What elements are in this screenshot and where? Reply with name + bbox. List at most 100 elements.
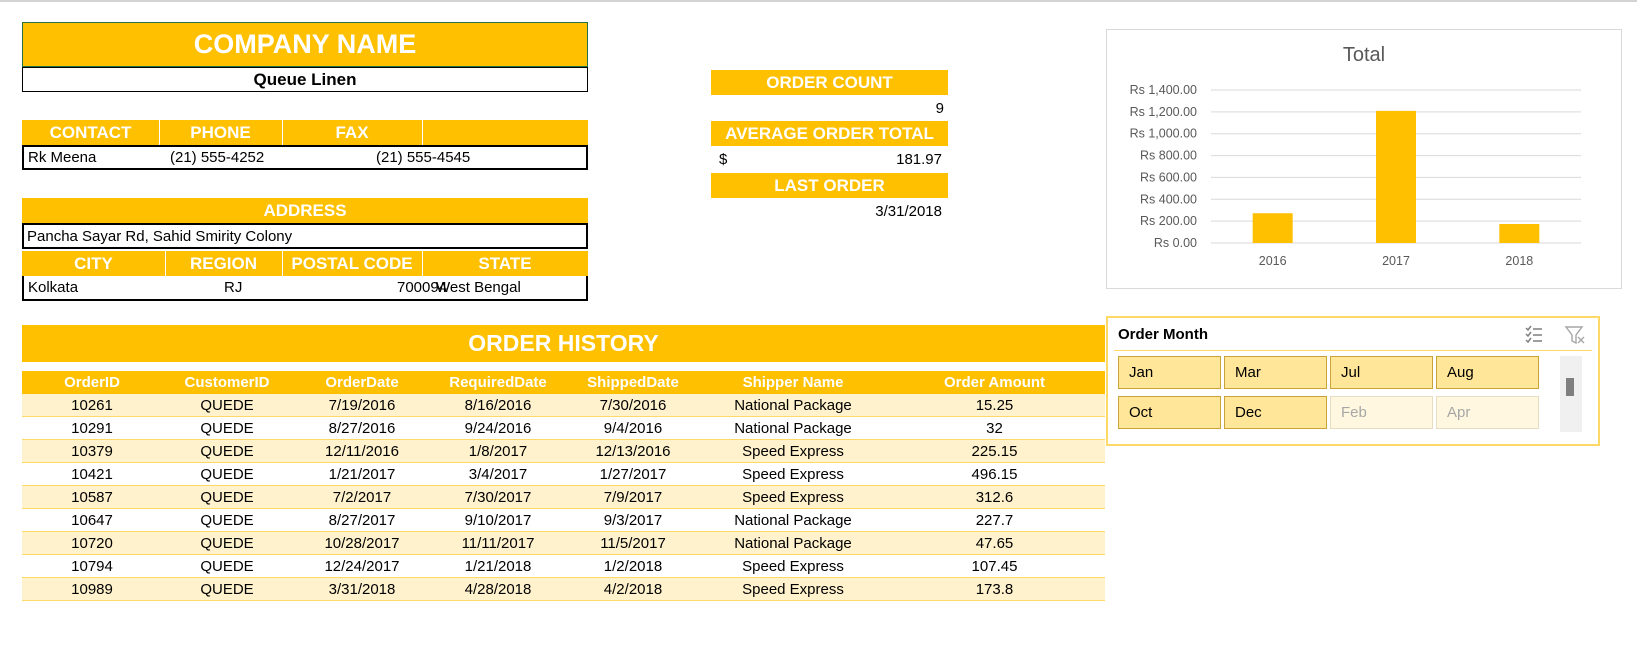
address-value[interactable]: Pancha Sayar Rd, Sahid Smirity Colony [22, 223, 588, 249]
cell-requireddate[interactable]: 4/28/2018 [432, 581, 564, 598]
cell-shippeddate[interactable]: 9/3/2017 [564, 512, 702, 529]
cell-orderdate[interactable]: 10/28/2017 [292, 535, 432, 552]
table-row[interactable]: 10720 QUEDE 10/28/2017 11/11/2017 11/5/2017 N… [22, 532, 1105, 555]
cell-orderdate[interactable]: 12/24/2017 [292, 558, 432, 575]
cell-shippeddate[interactable]: 4/2/2018 [564, 581, 702, 598]
table-row[interactable]: 10587 QUEDE 7/2/2017 7/30/2017 7/9/2017 Speed… [22, 486, 1105, 509]
cell-requireddate[interactable]: 11/11/2017 [432, 535, 564, 552]
cell-order-amount[interactable]: 496.15 [884, 466, 1105, 483]
cell-shippeddate[interactable]: 9/4/2016 [564, 420, 702, 437]
phone-value[interactable]: (21) 555-4252 [170, 149, 264, 166]
cell-orderdate[interactable]: 7/2/2017 [292, 489, 432, 506]
last-order-value[interactable]: 3/31/2018 [711, 199, 948, 223]
multi-select-icon[interactable] [1524, 324, 1544, 349]
cell-orderid[interactable]: 10587 [22, 489, 162, 506]
slicer-item-aug[interactable]: Aug [1436, 356, 1539, 389]
slicer-item-dec[interactable]: Dec [1224, 396, 1327, 429]
col-orderdate[interactable]: OrderDate [292, 374, 432, 391]
col-customerid[interactable]: CustomerID [162, 374, 292, 391]
cell-shipper-name[interactable]: National Package [702, 397, 884, 414]
cell-orderdate[interactable]: 8/27/2017 [292, 512, 432, 529]
col-order-amount[interactable]: Order Amount [884, 374, 1105, 391]
cell-orderid[interactable]: 10379 [22, 443, 162, 460]
cell-customerid[interactable]: QUEDE [162, 581, 292, 598]
col-shipper-name[interactable]: Shipper Name [702, 374, 884, 391]
cell-shippeddate[interactable]: 1/27/2017 [564, 466, 702, 483]
cell-orderid[interactable]: 10421 [22, 466, 162, 483]
cell-customerid[interactable]: QUEDE [162, 489, 292, 506]
table-row[interactable]: 10291 QUEDE 8/27/2016 9/24/2016 9/4/2016 Nati… [22, 417, 1105, 440]
cell-shippeddate[interactable]: 1/2/2018 [564, 558, 702, 575]
slicer-item-apr[interactable]: Apr [1436, 396, 1539, 429]
cell-order-amount[interactable]: 225.15 [884, 443, 1105, 460]
clear-filter-icon[interactable] [1564, 324, 1586, 351]
cell-shippeddate[interactable]: 7/9/2017 [564, 489, 702, 506]
col-shippeddate[interactable]: ShippedDate [564, 374, 702, 391]
cell-shipper-name[interactable]: National Package [702, 535, 884, 552]
col-orderid[interactable]: OrderID [22, 374, 162, 391]
table-row[interactable]: 10989 QUEDE 3/31/2018 4/28/2018 4/2/2018 Spee… [22, 578, 1105, 601]
order-count-value[interactable]: 9 [711, 96, 948, 120]
table-row[interactable]: 10421 QUEDE 1/21/2017 3/4/2017 1/27/2017 Spee… [22, 463, 1105, 486]
cell-requireddate[interactable]: 9/10/2017 [432, 512, 564, 529]
cell-requireddate[interactable]: 3/4/2017 [432, 466, 564, 483]
cell-requireddate[interactable]: 7/30/2017 [432, 489, 564, 506]
cell-customerid[interactable]: QUEDE [162, 512, 292, 529]
slicer-item-jul[interactable]: Jul [1330, 356, 1433, 389]
cell-requireddate[interactable]: 9/24/2016 [432, 420, 564, 437]
cell-orderid[interactable]: 10989 [22, 581, 162, 598]
cell-orderid[interactable]: 10647 [22, 512, 162, 529]
cell-shipper-name[interactable]: Speed Express [702, 581, 884, 598]
company-name[interactable]: Queue Linen [22, 67, 588, 92]
scrollbar-thumb[interactable] [1566, 378, 1574, 396]
cell-shipper-name[interactable]: National Package [702, 512, 884, 529]
cell-order-amount[interactable]: 32 [884, 420, 1105, 437]
slicer-item-mar[interactable]: Mar [1224, 356, 1327, 389]
cell-shippeddate[interactable]: 11/5/2017 [564, 535, 702, 552]
cell-customerid[interactable]: QUEDE [162, 397, 292, 414]
cell-customerid[interactable]: QUEDE [162, 443, 292, 460]
cell-order-amount[interactable]: 227.7 [884, 512, 1105, 529]
cell-shippeddate[interactable]: 7/30/2016 [564, 397, 702, 414]
cell-shipper-name[interactable]: Speed Express [702, 489, 884, 506]
company-title[interactable]: COMPANY NAME [22, 22, 588, 67]
cell-orderid[interactable]: 10261 [22, 397, 162, 414]
cell-orderid[interactable]: 10720 [22, 535, 162, 552]
cell-orderid[interactable]: 10794 [22, 558, 162, 575]
slicer-item-oct[interactable]: Oct [1118, 396, 1221, 429]
cell-shipper-name[interactable]: Speed Express [702, 466, 884, 483]
cell-requireddate[interactable]: 1/21/2018 [432, 558, 564, 575]
cell-orderid[interactable]: 10291 [22, 420, 162, 437]
slicer-scrollbar[interactable] [1560, 356, 1582, 432]
cell-orderdate[interactable]: 12/11/2016 [292, 443, 432, 460]
bar-2016[interactable] [1252, 213, 1293, 243]
cell-shipper-name[interactable]: Speed Express [702, 443, 884, 460]
average-order-value[interactable]: 181.97 [896, 151, 942, 168]
bar-2018[interactable] [1499, 224, 1540, 243]
cell-shipper-name[interactable]: Speed Express [702, 558, 884, 575]
region-value[interactable]: RJ [224, 279, 242, 296]
cell-customerid[interactable]: QUEDE [162, 535, 292, 552]
order-month-slicer[interactable]: Order Month Jan Mar Jul Aug Oct Dec Feb Apr [1106, 316, 1600, 446]
contact-name[interactable]: Rk Meena [28, 149, 96, 166]
cell-order-amount[interactable]: 173.8 [884, 581, 1105, 598]
cell-customerid[interactable]: QUEDE [162, 466, 292, 483]
bar-2017[interactable] [1376, 110, 1416, 244]
table-row[interactable]: 10379 QUEDE 12/11/2016 1/8/2017 12/13/2016 Sp… [22, 440, 1105, 463]
table-row[interactable]: 10647 QUEDE 8/27/2017 9/10/2017 9/3/2017 Nati… [22, 509, 1105, 532]
total-chart[interactable]: Total Rs 0.00 Rs 200.00 Rs 400.00 Rs 600.00… [1106, 29, 1622, 289]
cell-customerid[interactable]: QUEDE [162, 558, 292, 575]
cell-orderdate[interactable]: 8/27/2016 [292, 420, 432, 437]
table-row[interactable]: 10261 QUEDE 7/19/2016 8/16/2016 7/30/2016 Nat… [22, 394, 1105, 417]
slicer-item-jan[interactable]: Jan [1118, 356, 1221, 389]
table-row[interactable]: 10794 QUEDE 12/24/2017 1/21/2018 1/2/2018 Spe… [22, 555, 1105, 578]
cell-customerid[interactable]: QUEDE [162, 420, 292, 437]
cell-order-amount[interactable]: 47.65 [884, 535, 1105, 552]
cell-order-amount[interactable]: 312.6 [884, 489, 1105, 506]
cell-orderdate[interactable]: 1/21/2017 [292, 466, 432, 483]
cell-shippeddate[interactable]: 12/13/2016 [564, 443, 702, 460]
cell-orderdate[interactable]: 7/19/2016 [292, 397, 432, 414]
cell-order-amount[interactable]: 107.45 [884, 558, 1105, 575]
fax-value[interactable]: (21) 555-4545 [376, 149, 470, 166]
cell-shipper-name[interactable]: National Package [702, 420, 884, 437]
